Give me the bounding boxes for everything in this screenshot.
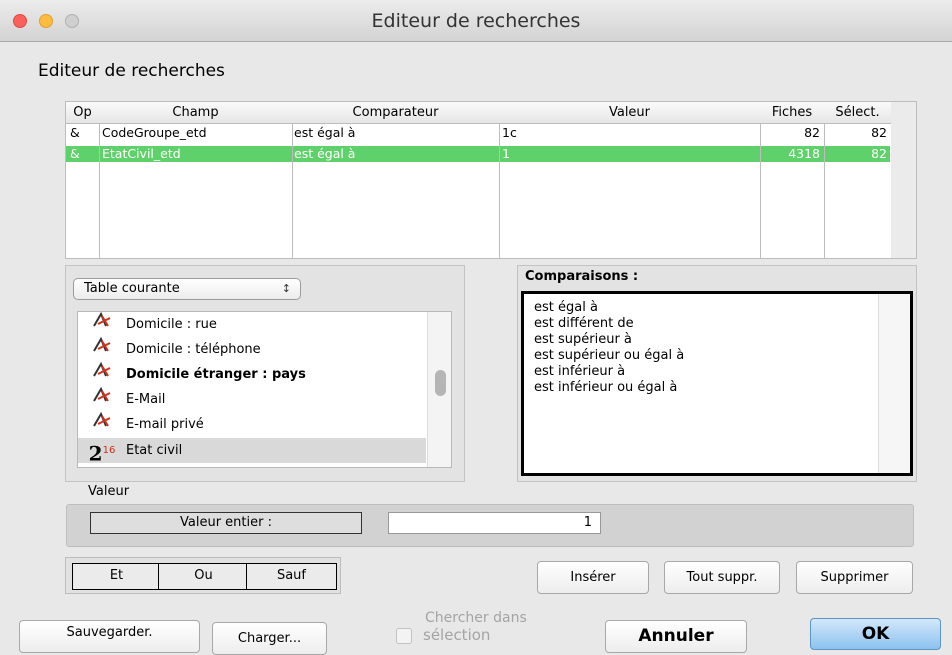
sauf-button[interactable]: Sauf (246, 563, 337, 590)
field-item-domicile-telephone[interactable]: Domicile : téléphone (78, 336, 426, 362)
field-item-email[interactable]: E-Mail (78, 386, 426, 412)
field-list-scrollbar[interactable] (427, 312, 451, 467)
row1-fiches: 82 (804, 125, 820, 140)
comparison-item[interactable]: est supérieur à (534, 332, 632, 348)
comparison-item[interactable]: est supérieur ou égal à (534, 348, 684, 364)
criteria-table[interactable]: Op Champ Comparateur Valeur Fiches Sélec… (65, 101, 917, 259)
comparisons-label: Comparaisons : (525, 269, 639, 284)
integer-field-icon: 216 (88, 441, 116, 466)
table-scroll-area (891, 102, 916, 258)
chercher-label-line1: Chercher dans (425, 610, 527, 626)
chercher-dans-selection-label: Chercher dans sélection (423, 610, 527, 644)
row1-select: 82 (871, 125, 887, 140)
header-comparateur[interactable]: Comparateur (292, 102, 499, 124)
comparison-item[interactable]: est inférieur à (534, 364, 625, 380)
field-item-etat-civil[interactable]: 216 Etat civil (78, 438, 426, 466)
header-op[interactable]: Op (66, 102, 99, 124)
header-select[interactable]: Sélect. (824, 102, 891, 124)
window-titlebar: Editeur de recherches (0, 0, 952, 42)
col-valeur (499, 102, 761, 258)
scrollbar-thumb[interactable] (435, 370, 446, 396)
annuler-button[interactable]: Annuler (605, 620, 747, 653)
comparisons-scrollbar[interactable] (878, 294, 910, 473)
row2-champ[interactable]: EtatCivil_etd (102, 146, 181, 162)
field-label: E-mail privé (126, 417, 204, 432)
field-label: Domicile : téléphone (126, 342, 261, 357)
header-valeur[interactable]: Valeur (499, 102, 760, 124)
text-field-icon (88, 361, 116, 387)
field-item-email-prive[interactable]: E-mail privé (78, 411, 426, 437)
field-label: Domicile étranger : pays (126, 367, 306, 382)
text-field-icon (88, 411, 116, 437)
row2-valeur[interactable]: 1 (502, 146, 510, 162)
text-field-icon (88, 312, 116, 337)
value-input[interactable]: 1 (388, 512, 601, 534)
charger-button[interactable]: Charger... (212, 622, 327, 655)
tout-suppr-button[interactable]: Tout suppr. (664, 561, 780, 594)
row2-fiches: 4318 (788, 146, 820, 161)
field-list[interactable]: Domicile : rue Domicile : téléphone Domi… (77, 311, 452, 468)
window-title: Editeur de recherches (371, 10, 581, 32)
supprimer-button[interactable]: Supprimer (796, 561, 913, 594)
row1-comparateur[interactable]: est égal à (294, 125, 355, 141)
comparison-item[interactable]: est inférieur ou égal à (534, 380, 677, 396)
table-select-value: Table courante (84, 281, 180, 296)
value-label: Valeur (88, 484, 130, 499)
inserer-button[interactable]: Insérer (537, 561, 649, 594)
ou-button[interactable]: Ou (158, 563, 249, 590)
chercher-dans-selection-checkbox[interactable] (396, 628, 412, 644)
comparisons-list[interactable]: est égal à est différent de est supérieu… (521, 291, 913, 476)
field-item-domicile-rue[interactable]: Domicile : rue (78, 312, 426, 337)
header-fiches[interactable]: Fiches (760, 102, 824, 124)
et-button[interactable]: Et (72, 563, 161, 590)
dialog-heading: Editeur de recherches (38, 61, 225, 81)
comparison-item[interactable]: est différent de (534, 316, 634, 332)
text-field-icon (88, 336, 116, 362)
field-label: Domicile : rue (126, 317, 217, 332)
field-item-domicile-etranger-pays[interactable]: Domicile étranger : pays (78, 361, 426, 387)
text-field-icon (88, 386, 116, 412)
chercher-label-line2: sélection (423, 626, 491, 644)
row1-op: & (70, 125, 80, 140)
comparison-item[interactable]: est égal à (534, 300, 598, 316)
updown-arrows-icon: ↕ (281, 282, 291, 295)
row1-valeur[interactable]: 1c (502, 125, 517, 141)
field-label: Etat civil (126, 443, 183, 458)
row2-op: & (70, 146, 80, 161)
table-select[interactable]: Table courante ↕ (73, 278, 301, 300)
row2-comparateur[interactable]: est égal à (294, 146, 355, 162)
value-type-label: Valeur entier : (90, 512, 362, 534)
row1-champ[interactable]: CodeGroupe_etd (102, 125, 207, 141)
row2-select: 82 (871, 146, 887, 161)
field-label: E-Mail (126, 392, 166, 407)
ok-button[interactable]: OK (810, 618, 941, 650)
header-champ[interactable]: Champ (99, 102, 292, 124)
sauvegarder-button[interactable]: Sauvegarder. (19, 620, 200, 653)
